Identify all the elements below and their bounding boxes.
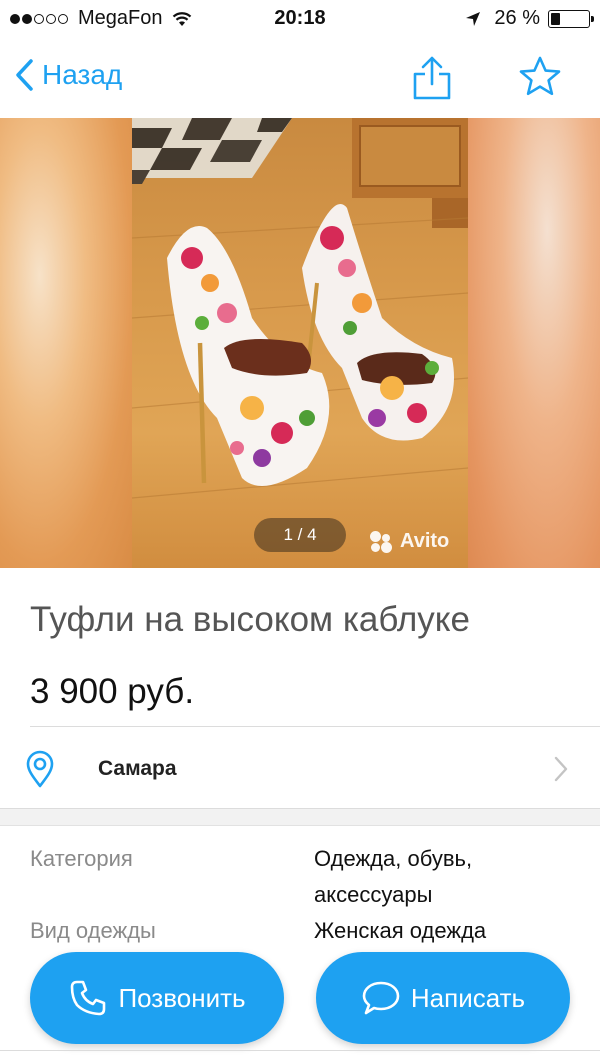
back-button[interactable]: Назад: [14, 58, 122, 92]
section-separator: [0, 808, 600, 826]
battery-percent: 26 %: [494, 7, 540, 29]
battery-level: [551, 12, 561, 25]
call-label: Позвонить: [118, 982, 246, 1013]
photo-gallery[interactable]: 1 / 4 Avito: [0, 118, 600, 568]
product-photo[interactable]: 1 / 4 Avito: [132, 118, 468, 568]
location-row[interactable]: Самара: [0, 727, 600, 809]
share-button[interactable]: [410, 54, 454, 107]
param-value-line: Одежда, обувь,: [314, 846, 473, 871]
back-label: Назад: [42, 59, 123, 90]
status-right: 26 %: [464, 7, 594, 30]
star-icon: [519, 56, 561, 96]
message-button[interactable]: Написать: [316, 952, 570, 1044]
param-value-clothing-type: Женская одежда: [314, 913, 574, 949]
param-label-category: Категория: [30, 846, 133, 871]
chevron-left-icon: [16, 59, 33, 91]
location-pin-icon: [26, 750, 54, 788]
nav-bar: Назад: [0, 40, 600, 118]
share-icon: [413, 56, 451, 100]
listing-title: Туфли на высоком каблуке: [30, 600, 470, 639]
avito-label: Avito: [400, 530, 450, 552]
shoes-image: [132, 118, 468, 499]
status-bar: MegaFon 20:18 26 %: [0, 0, 600, 40]
photo-counter: 1 / 4: [254, 518, 346, 552]
chat-bubble-icon: [362, 981, 400, 1015]
location-arrow-icon: [466, 11, 481, 26]
avito-watermark: Avito: [370, 530, 449, 553]
photo-blur-right: [468, 118, 600, 568]
avito-logo-icon: [370, 530, 396, 553]
message-label: Написать: [410, 982, 526, 1013]
param-value-category: Одежда, обувь, аксессуары: [314, 841, 574, 913]
phone-icon: [71, 980, 106, 1016]
param-value-line: Женская одежда: [314, 918, 487, 943]
favorite-button[interactable]: [516, 54, 564, 105]
photo-blur-left: [0, 118, 132, 568]
battery-icon: [548, 9, 594, 28]
bottom-divider: [0, 1050, 600, 1051]
chevron-right-icon: [554, 756, 568, 782]
listing-price: 3 900 руб.: [30, 672, 195, 711]
call-button[interactable]: Позвонить: [30, 952, 284, 1044]
param-value-line: аксессуары: [314, 882, 433, 907]
param-label-clothing-type: Вид одежды: [30, 918, 156, 943]
location-city: Самара: [98, 757, 177, 780]
